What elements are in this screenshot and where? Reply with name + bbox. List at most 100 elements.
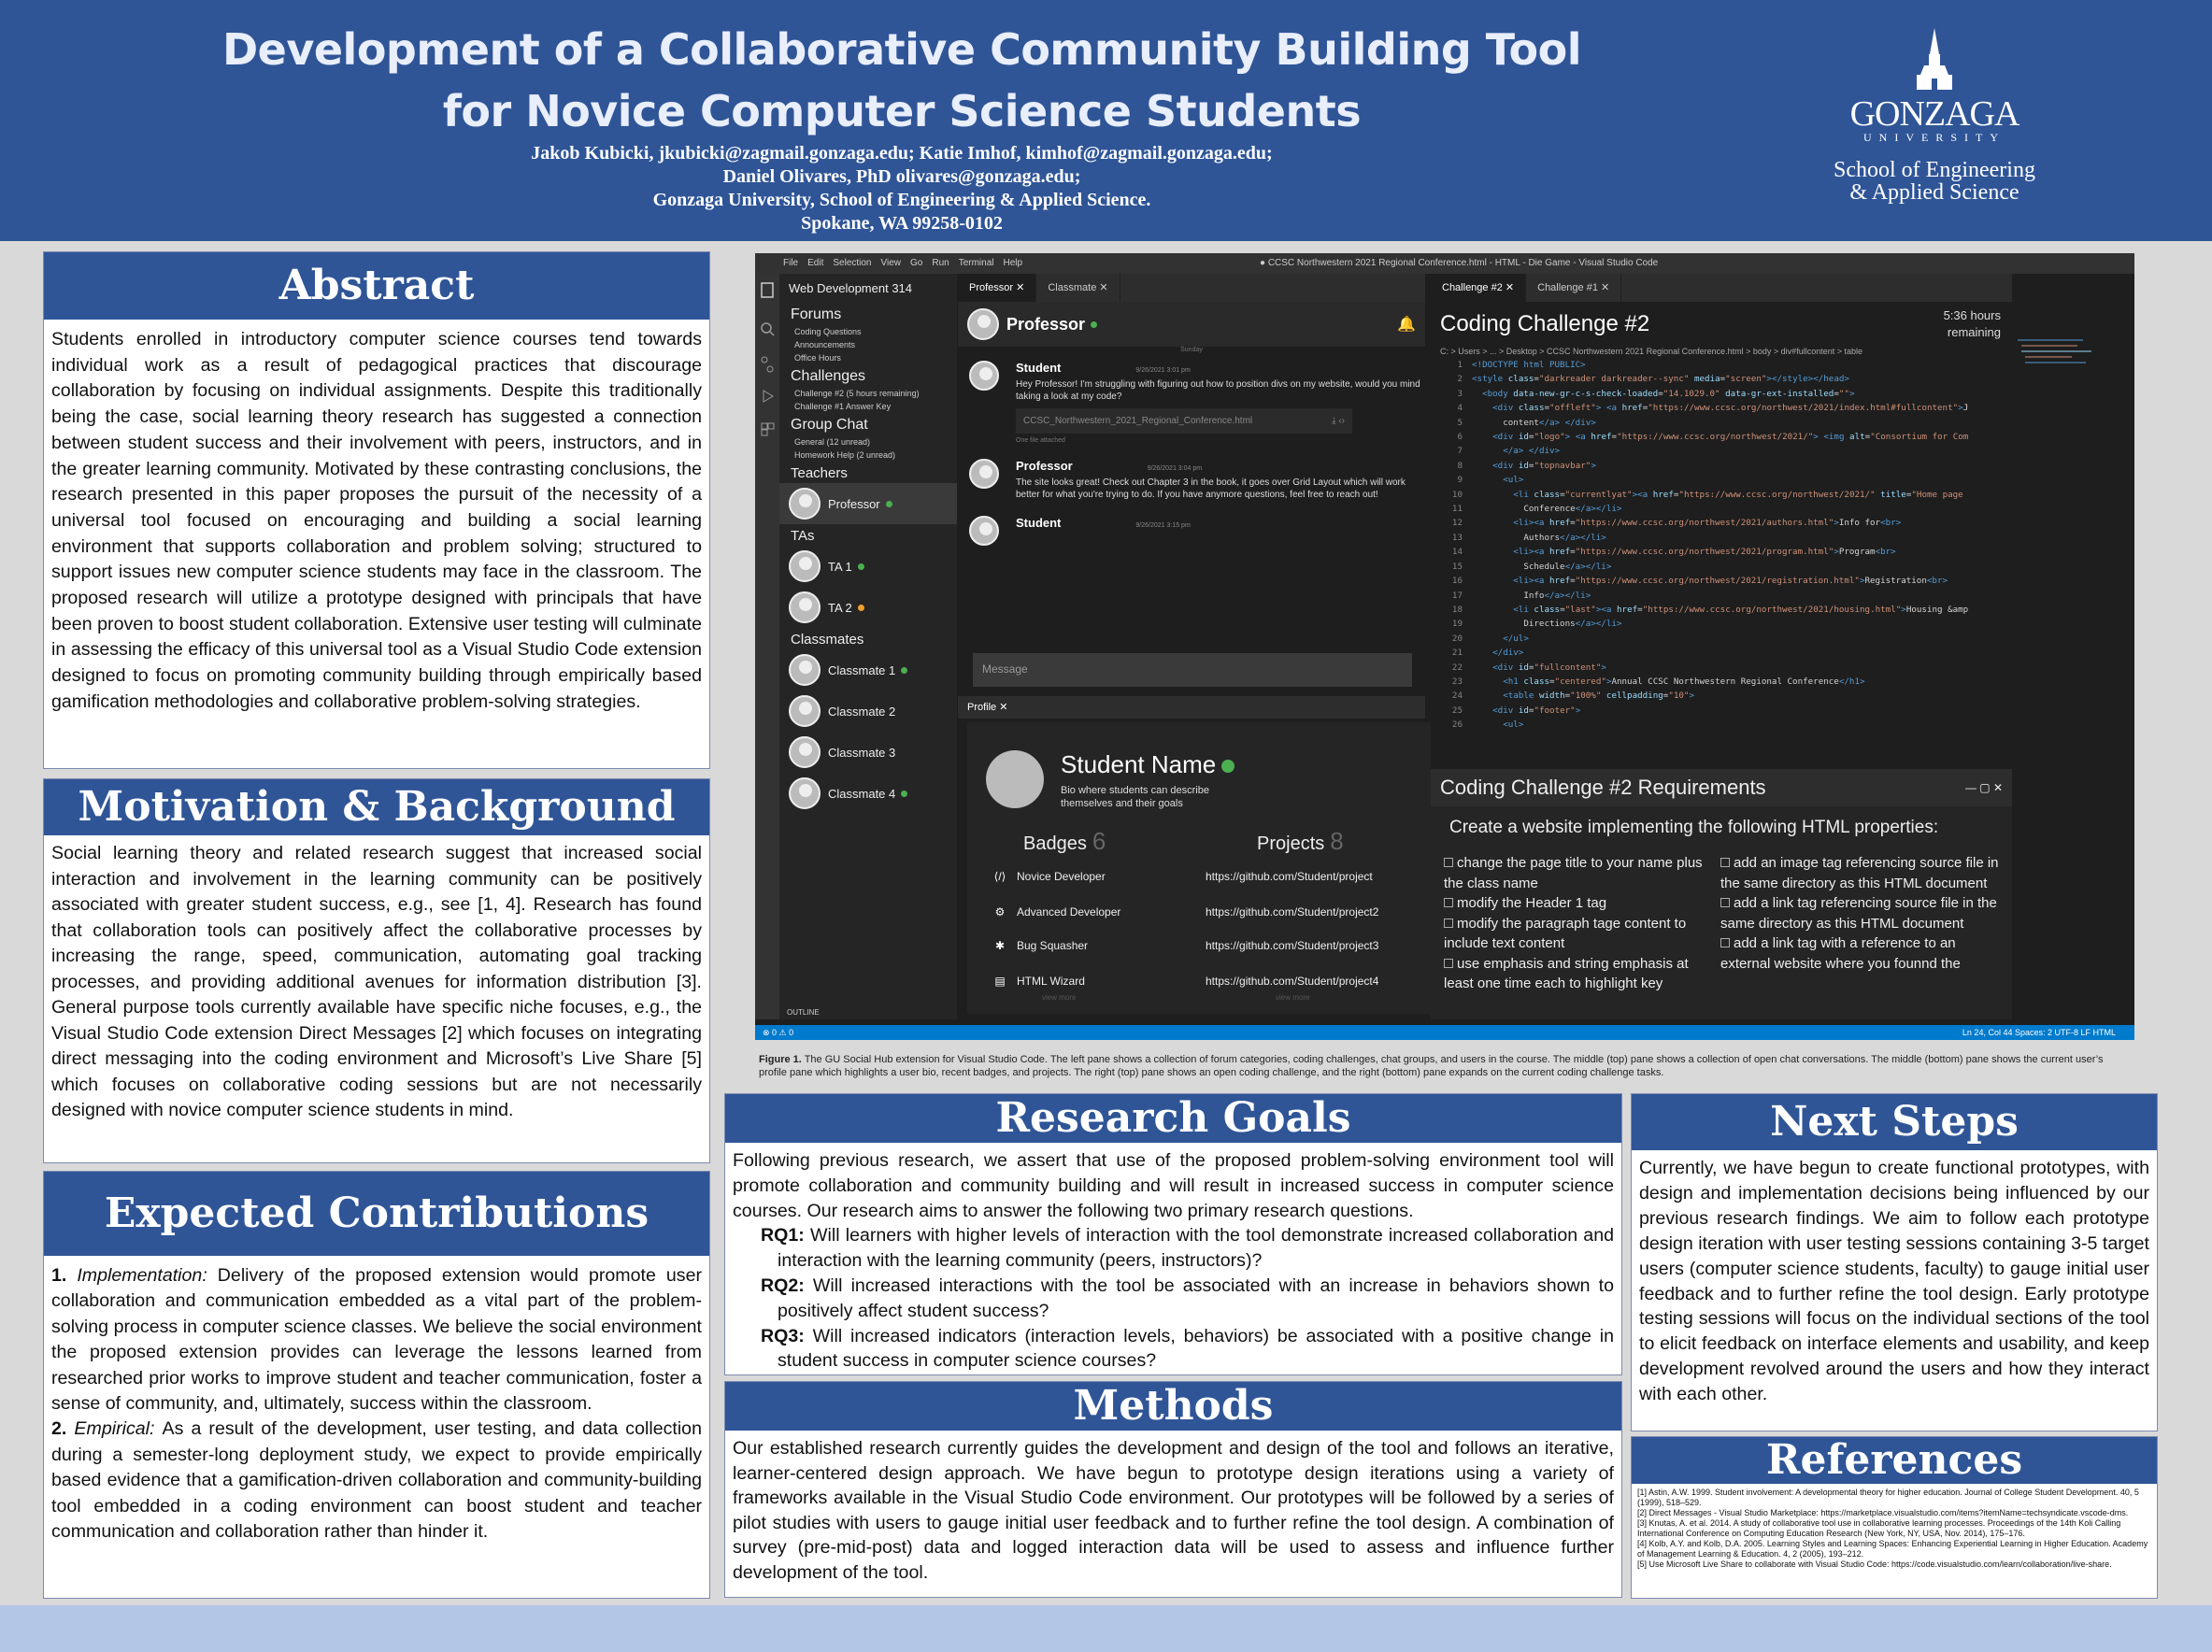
project-link[interactable]: https://github.com/Student/project2: [1206, 905, 1378, 919]
bell-icon[interactable]: 🔔: [1397, 315, 1416, 334]
online-status-icon: [1221, 760, 1235, 773]
gonzaga-logo: GONZAGA UNIVERSITY School of Engineering…: [1822, 28, 2047, 215]
badge-item[interactable]: ⚙ Advanced Developer: [991, 905, 1121, 919]
user-classmate1[interactable]: Classmate 1: [779, 649, 957, 691]
requirement-item[interactable]: add an image tag referencing source file…: [1720, 853, 2001, 893]
requirement-item[interactable]: use emphasis and string emphasis at leas…: [1444, 954, 1715, 994]
course-title: Web Development 314: [789, 281, 913, 295]
avatar: [789, 777, 821, 809]
item1-label: Implementation:: [77, 1265, 207, 1286]
attached-file[interactable]: CCSC_Northwestern_2021_Regional_Conferen…: [1016, 408, 1352, 434]
classmates-heading: Classmates: [791, 632, 864, 648]
outline-section[interactable]: OUTLINE: [779, 1008, 957, 1021]
menu-go[interactable]: Go: [910, 258, 922, 268]
requirement-item[interactable]: modify the paragraph tage content to inc…: [1444, 914, 1715, 954]
message-time: 9/26/2021 3:01 pm: [1135, 367, 1191, 374]
item2-label: Empirical:: [74, 1418, 163, 1440]
avatar: [969, 516, 999, 546]
menu-help[interactable]: Help: [1004, 258, 1023, 268]
menu-terminal[interactable]: Terminal: [959, 258, 994, 268]
menu-file[interactable]: File: [783, 258, 798, 268]
project-link[interactable]: https://github.com/Student/project3: [1206, 939, 1378, 952]
away-status-icon: [857, 604, 864, 611]
badge-item[interactable]: ⟨/⟩ Novice Developer: [991, 870, 1106, 883]
badge-item[interactable]: ✱ Bug Squasher: [991, 939, 1088, 952]
tab-challenge1[interactable]: Challenge #1 ✕: [1526, 274, 1622, 302]
status-bar: ⊗ 0 ⚠ 0 Ln 24, Col 44 Spaces: 2 UTF-8 LF…: [755, 1025, 2134, 1040]
message-text: Hey Professor! I'm struggling with figur…: [1016, 379, 1420, 402]
user-ta2[interactable]: TA 2: [779, 587, 957, 628]
online-status-icon: [885, 500, 892, 507]
project-link[interactable]: https://github.com/Student/project: [1206, 870, 1373, 883]
requirement-item[interactable]: add a link tag with a reference to an ex…: [1720, 933, 2001, 974]
avatar: [789, 550, 821, 582]
tab-classmate[interactable]: Classmate ✕: [1036, 274, 1120, 302]
message-input[interactable]: Message: [973, 653, 1412, 687]
checkbox-icon[interactable]: [1720, 898, 1730, 907]
badge-item[interactable]: ▤ HTML Wizard: [991, 975, 1085, 988]
menu-run[interactable]: Run: [932, 258, 949, 268]
rq1-text: Will learners with higher levels of inte…: [778, 1225, 1614, 1272]
requirement-item[interactable]: change the page title to your name plus …: [1444, 853, 1715, 893]
research-goals-heading: Research Goals: [725, 1094, 1621, 1143]
challenge-tabbar: Challenge #2 ✕ Challenge #1 ✕: [1431, 274, 2012, 302]
menu-view[interactable]: View: [881, 258, 902, 268]
user-classmate2[interactable]: Classmate 2: [779, 691, 957, 732]
group-chat-item[interactable]: Homework Help (2 unread): [779, 449, 957, 462]
checkbox-icon[interactable]: [1720, 858, 1730, 867]
breadcrumb[interactable]: C: > Users > ... > Desktop > CCSC Northw…: [1431, 345, 2012, 358]
user-classmate3[interactable]: Classmate 3: [779, 732, 957, 773]
group-chat-item[interactable]: General (12 unread): [779, 435, 957, 449]
research-question-2: RQ2: Will increased interactions with th…: [733, 1274, 1614, 1324]
challenges-heading[interactable]: Challenges: [779, 364, 957, 387]
profile-avatar: [986, 750, 1044, 808]
user-professor[interactable]: Professor: [779, 483, 957, 524]
checkbox-icon[interactable]: [1444, 958, 1453, 968]
project-link[interactable]: https://github.com/Student/project4: [1206, 975, 1378, 988]
tab-challenge2[interactable]: Challenge #2 ✕: [1431, 274, 1527, 302]
menu-selection[interactable]: Selection: [833, 258, 871, 268]
files-icon[interactable]: [755, 274, 779, 461]
menu-edit[interactable]: Edit: [807, 258, 823, 268]
view-more-badges[interactable]: view more: [1042, 993, 1076, 1002]
badges-count: 6: [1092, 827, 1106, 855]
contribution-item-1: 1. Implementation: Delivery of the propo…: [51, 1263, 702, 1417]
motivation-heading: Motivation & Background: [44, 779, 709, 835]
file-name: CCSC_Northwestern_2021_Regional_Conferen…: [1023, 416, 1253, 426]
forums-heading[interactable]: Forums: [779, 303, 957, 325]
forum-item[interactable]: Office Hours: [779, 351, 957, 364]
view-more-projects[interactable]: view more: [1276, 993, 1309, 1002]
problems-count[interactable]: ⊗ 0 ⚠ 0: [763, 1028, 793, 1037]
window-controls-icon[interactable]: — ▢ ✕: [1965, 769, 2003, 806]
checkbox-icon[interactable]: [1444, 858, 1453, 867]
research-question-1: RQ1: Will learners with higher levels of…: [733, 1223, 1614, 1274]
checkbox-icon[interactable]: [1444, 918, 1453, 928]
forum-item[interactable]: Coding Questions: [779, 325, 957, 338]
code-editor[interactable]: 1 <!DOCTYPE html PUBLIC> 2 <style class="d…: [1431, 358, 2012, 733]
cursor-status[interactable]: Ln 24, Col 44 Spaces: 2 UTF-8 LF HTML: [1962, 1025, 2116, 1040]
requirement-item[interactable]: modify the Header 1 tag: [1444, 893, 1715, 914]
challenge-item[interactable]: Challenge #2 (5 hours remaining): [779, 387, 957, 400]
download-icon[interactable]: ⤓ ‹›: [1332, 416, 1345, 426]
user-ta1[interactable]: TA 1: [779, 546, 957, 587]
tab-professor[interactable]: Professor ✕: [958, 274, 1037, 302]
checkbox-icon[interactable]: [1720, 938, 1730, 947]
vscode-menu: File Edit Selection View Go Run Terminal Help: [783, 253, 1032, 274]
forum-item[interactable]: Announcements: [779, 338, 957, 351]
avatar: [789, 654, 821, 686]
tab-profile[interactable]: Profile ✕: [958, 696, 1425, 719]
challenge-item[interactable]: Challenge #1 Answer Key: [779, 400, 957, 413]
profile-bio: Bio where students can describe themselv…: [1061, 785, 1209, 809]
rq2-label: RQ2:: [761, 1275, 805, 1296]
online-status-icon: [901, 666, 908, 674]
reference-item: [5] Use Microsoft Live Share to collabor…: [1637, 1559, 2112, 1569]
user-classmate4[interactable]: Classmate 4: [779, 773, 957, 814]
checkbox-icon[interactable]: [1444, 898, 1453, 907]
code-minimap[interactable]: [2012, 274, 2134, 1019]
requirement-item[interactable]: add a link tag referencing source file i…: [1720, 893, 2001, 933]
group-chat-heading[interactable]: Group Chat: [779, 413, 957, 435]
badge-name: Advanced Developer: [1017, 905, 1121, 919]
contributions-heading: Expected Contributions: [44, 1172, 709, 1256]
authors-line4: Spokane, WA 99258-0102: [801, 213, 1003, 234]
contributions-body: 1. Implementation: Delivery of the propo…: [44, 1256, 709, 1552]
